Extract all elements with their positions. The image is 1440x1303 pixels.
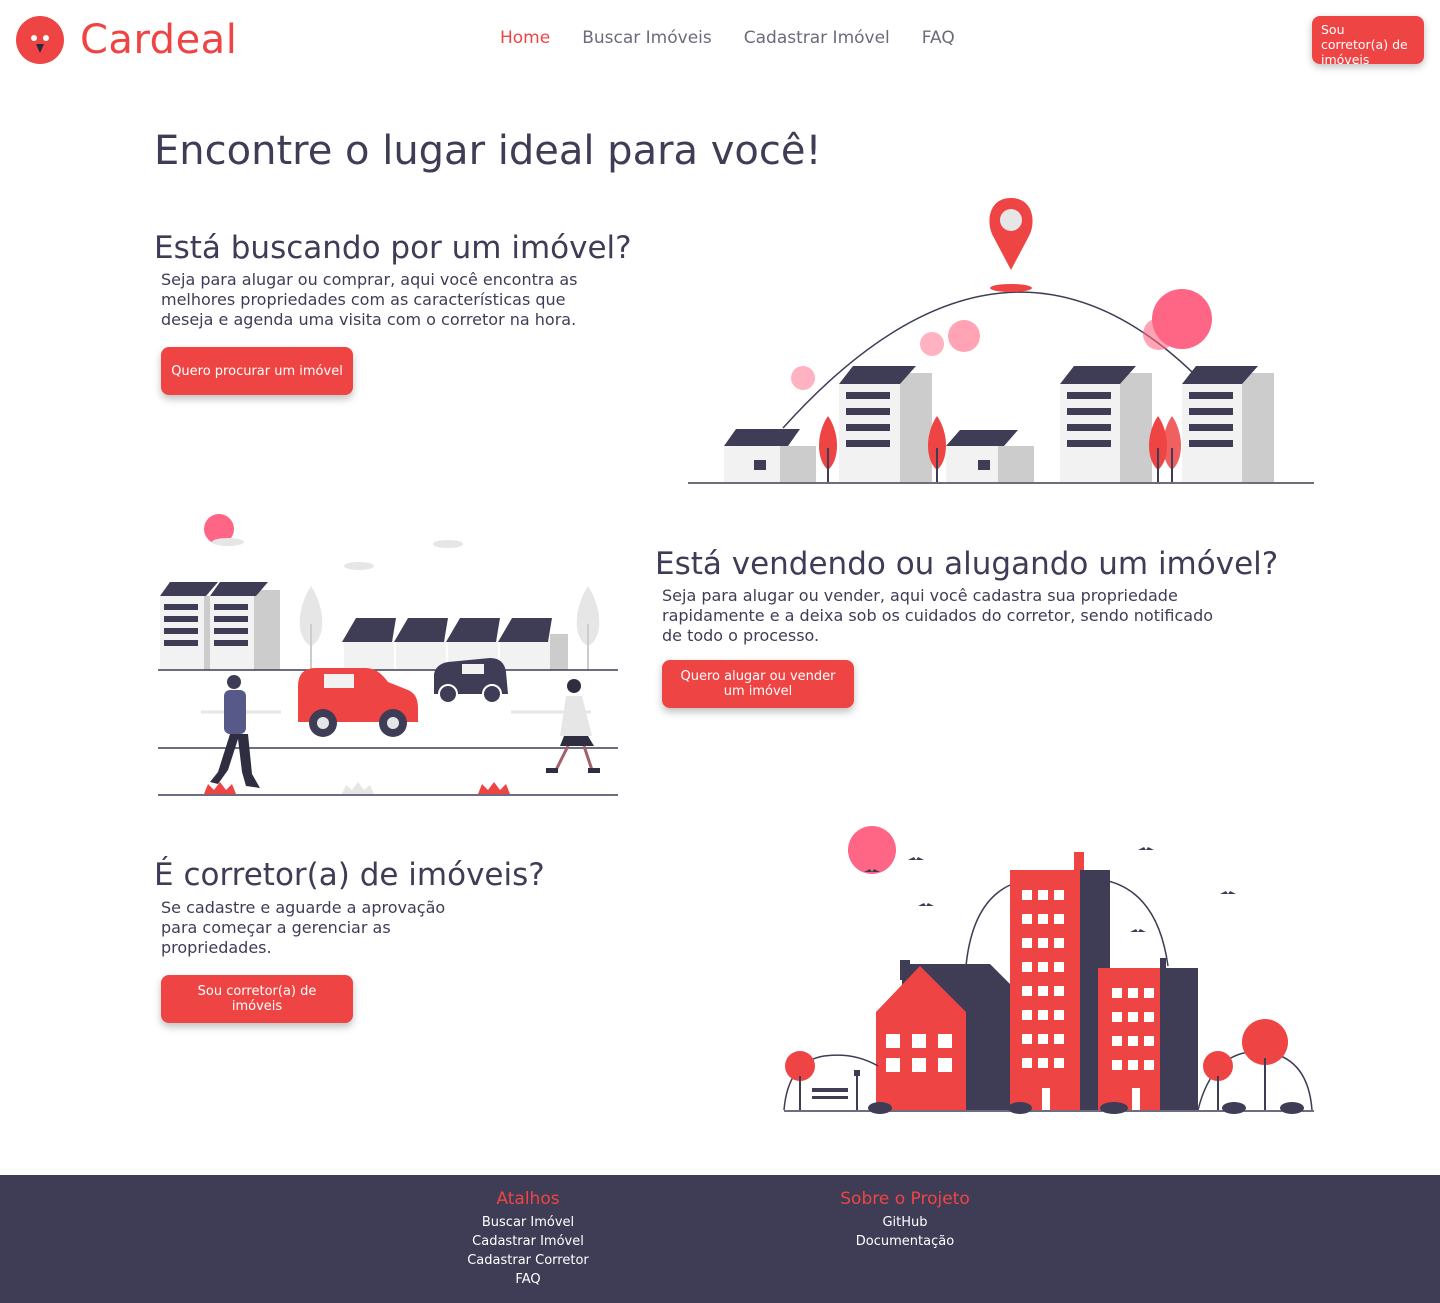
header: Cardeal Home Buscar Imóveis Cadastrar Im… (0, 0, 1440, 80)
nav-item-faq[interactable]: FAQ (922, 28, 955, 48)
broker-cta-button[interactable]: Sou corretor(a) de imóveis (1312, 16, 1424, 67)
street-people-cars-illustration (158, 514, 618, 796)
section-search-title: Está buscando por um imóvel? (154, 230, 632, 266)
section-sell-text: Seja para alugar ou vender, aqui você ca… (662, 586, 1214, 645)
cardinal-bird-icon (16, 16, 64, 64)
footer-link-buscar-imovel[interactable]: Buscar Imóvel (428, 1213, 628, 1232)
footer-link-cadastrar-corretor[interactable]: Cadastrar Corretor (428, 1251, 628, 1270)
footer-link-documentacao[interactable]: Documentação (805, 1232, 1005, 1251)
red-car-icon (298, 668, 418, 737)
city-location-pin-illustration (688, 198, 1314, 484)
footer-about-title: Sobre o Projeto (840, 1189, 970, 1209)
nav-item-cadastrar-imovel[interactable]: Cadastrar Imóvel (744, 28, 890, 48)
rent-or-sell-button[interactable]: Quero alugar ou vender um imóvel (662, 660, 854, 708)
footer-link-github[interactable]: GitHub (805, 1213, 1005, 1232)
page-title: Encontre o lugar ideal para você! (154, 128, 822, 174)
walking-woman-icon (546, 679, 600, 773)
footer: Atalhos Buscar Imóvel Cadastrar Imóvel C… (0, 1175, 1440, 1303)
main-nav: Home Buscar Imóveis Cadastrar Imóvel FAQ (500, 28, 987, 48)
brand-name: Cardeal (80, 17, 238, 63)
section-broker-title: É corretor(a) de imóveis? (154, 857, 545, 893)
footer-shortcuts-title: Atalhos (496, 1189, 560, 1209)
broker-signup-button[interactable]: Sou corretor(a) de imóveis (161, 975, 353, 1023)
footer-shortcuts: Atalhos Buscar Imóvel Cadastrar Imóvel C… (428, 1189, 628, 1289)
section-search-text: Seja para alugar ou comprar, aqui você e… (161, 270, 578, 329)
section-sell-title: Está vendendo ou alugando um imóvel? (655, 546, 1279, 582)
footer-link-faq[interactable]: FAQ (428, 1270, 628, 1289)
red-buildings-illustration (783, 826, 1314, 1114)
dark-car-icon (434, 658, 508, 704)
footer-about: Sobre o Projeto GitHub Documentação (805, 1189, 1005, 1251)
location-pin-icon (989, 198, 1033, 292)
search-property-button[interactable]: Quero procurar um imóvel (161, 347, 353, 395)
nav-item-buscar-imoveis[interactable]: Buscar Imóveis (582, 28, 712, 48)
nav-item-home[interactable]: Home (500, 28, 550, 48)
section-broker-text: Se cadastre e aguarde a aprovação para c… (161, 898, 446, 957)
walking-man-icon (210, 675, 260, 788)
logo[interactable]: Cardeal (16, 16, 237, 64)
footer-link-cadastrar-imovel[interactable]: Cadastrar Imóvel (428, 1232, 628, 1251)
